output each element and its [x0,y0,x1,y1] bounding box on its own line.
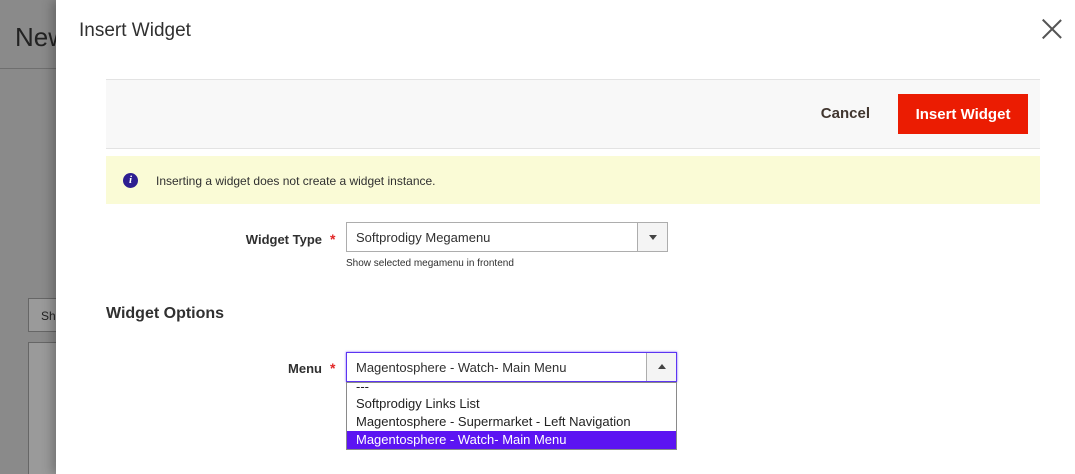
menu-option[interactable]: Softprodigy Links List [347,395,676,413]
menu-options-list: --- Softprodigy Links List Magentosphere… [346,380,677,450]
menu-dropdown-toggle[interactable] [646,353,676,381]
widget-type-select[interactable]: Softprodigy Megamenu [346,222,668,252]
cancel-button[interactable]: Cancel [821,105,870,122]
close-icon[interactable] [1039,16,1065,42]
chevron-down-icon [649,235,657,240]
insert-widget-button[interactable]: Insert Widget [898,94,1028,134]
widget-type-required-mark: * [330,231,336,247]
widget-options-title: Widget Options [106,305,225,322]
menu-option[interactable]: Magentosphere - Supermarket - Left Navig… [347,413,676,431]
widget-type-value: Softprodigy Megamenu [356,230,491,245]
menu-option-selected[interactable]: Magentosphere - Watch- Main Menu [347,431,676,449]
modal-title: Insert Widget [79,20,191,41]
insert-widget-modal: Insert Widget Cancel Insert Widget i Ins… [56,0,1075,474]
menu-option[interactable]: --- [347,380,676,395]
widget-type-label: Widget Type [245,232,322,247]
menu-required-mark: * [330,360,336,376]
notice-text: Inserting a widget does not create a wid… [156,174,436,188]
menu-value: Magentosphere - Watch- Main Menu [356,360,567,375]
info-icon: i [123,173,138,188]
widget-type-dropdown-toggle[interactable] [637,223,667,251]
menu-select[interactable]: Magentosphere - Watch- Main Menu [346,352,677,382]
info-notice: i Inserting a widget does not create a w… [106,156,1040,204]
background-page: New Sh [0,0,68,474]
chevron-up-icon [658,364,666,369]
menu-label: Menu [288,361,322,376]
background-divider [0,68,56,69]
widget-type-hint: Show selected megamenu in frontend [346,258,514,269]
modal-action-bar: Cancel Insert Widget [106,79,1040,149]
